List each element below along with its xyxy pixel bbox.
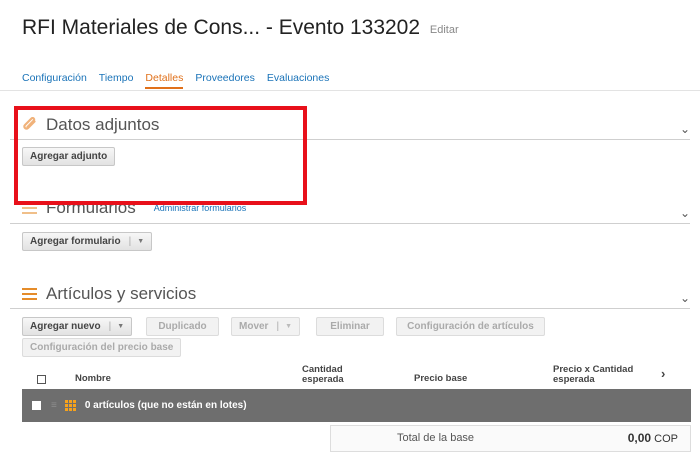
- tab-tiempo[interactable]: Tiempo: [99, 72, 134, 89]
- column-name: Nombre: [75, 373, 111, 384]
- add-new-button[interactable]: Agregar nuevo | ▼: [22, 317, 133, 336]
- base-total-box: Total de la base 0,00 COP: [330, 425, 691, 452]
- tab-detalles[interactable]: Detalles: [145, 72, 184, 89]
- chevron-down-icon[interactable]: ⌄: [680, 122, 690, 136]
- move-label: Mover: [239, 321, 269, 332]
- select-all-checkbox[interactable]: [37, 375, 46, 384]
- group-checkbox[interactable]: [32, 401, 41, 410]
- caret-down-icon: ▼: [117, 323, 125, 330]
- event-title: RFI Materiales de Cons... - Evento 13320…: [22, 16, 421, 39]
- tab-evaluaciones[interactable]: Evaluaciones: [267, 72, 329, 89]
- highlight-box: [14, 106, 307, 205]
- section-divider: [10, 308, 690, 309]
- add-form-label: Agregar formulario: [30, 236, 121, 247]
- group-label: 0 artículos (que no están en lotes): [84, 400, 247, 411]
- caret-down-icon: ▼: [137, 238, 145, 245]
- column-expected-qty: Cantidad esperada: [302, 364, 344, 385]
- chevron-right-icon[interactable]: ›: [661, 367, 665, 380]
- base-price-config-button[interactable]: Configuración del precio base: [22, 338, 182, 357]
- delete-button[interactable]: Eliminar: [316, 317, 384, 336]
- add-new-label: Agregar nuevo: [30, 321, 101, 332]
- tab-divider: [0, 90, 700, 91]
- chevron-down-icon[interactable]: ⌄: [680, 291, 690, 305]
- total-value: 0,00 COP: [627, 431, 678, 445]
- grid-icon: [64, 400, 76, 411]
- chevron-down-icon[interactable]: ⌄: [680, 206, 690, 220]
- page-title: RFI Materiales de Cons... - Evento 13320…: [22, 16, 459, 40]
- duplicate-button[interactable]: Duplicado: [146, 317, 219, 336]
- items-title: Artículos y servicios: [46, 284, 197, 303]
- tab-bar: Configuración Tiempo Detalles Proveedore…: [22, 72, 329, 89]
- caret-down-icon: ▼: [285, 323, 292, 330]
- section-divider: [10, 223, 690, 224]
- add-form-button[interactable]: Agregar formulario | ▼: [22, 232, 153, 251]
- edit-link[interactable]: Editar: [430, 24, 459, 36]
- items-header: Artículos y servicios: [22, 284, 196, 304]
- total-label: Total de la base: [397, 432, 475, 444]
- column-price-x-qty: Precio x Cantidad esperada: [553, 364, 634, 385]
- drag-handle-icon[interactable]: ≡: [51, 400, 57, 411]
- move-button[interactable]: Mover | ▼: [231, 317, 300, 336]
- column-base-price: Precio base: [414, 373, 468, 384]
- item-config-button[interactable]: Configuración de artículos: [396, 317, 545, 336]
- lot-group-row[interactable]: ≡ 0 artículos (que no están en lotes): [22, 389, 691, 422]
- tab-configuracion[interactable]: Configuración: [22, 72, 87, 89]
- tab-proveedores[interactable]: Proveedores: [195, 72, 255, 89]
- list-icon: [22, 288, 37, 300]
